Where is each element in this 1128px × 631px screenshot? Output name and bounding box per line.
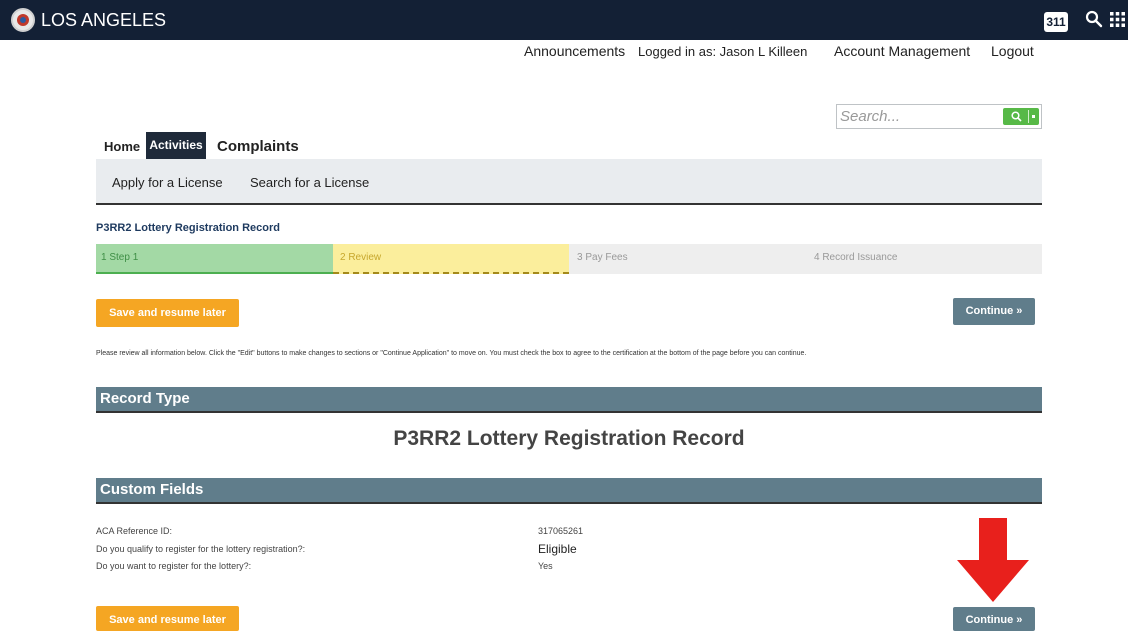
continue-button[interactable]: Continue » [953,298,1035,325]
search-input[interactable] [840,107,1000,126]
record-type-value: P3RR2 Lottery Registration Record [393,427,745,450]
search-button[interactable] [1003,108,1039,125]
step-4: 4 Record Issuance [806,244,1042,274]
311-button[interactable]: 311 [1044,12,1068,32]
magnifier-icon [1011,111,1022,122]
review-instructions: Please review all information below. Cli… [96,350,807,357]
logged-in-text: Logged in as: Jason L Killeen [638,44,808,59]
account-management-link[interactable]: Account Management [834,43,970,59]
city-name[interactable]: LOS ANGELES [41,10,166,31]
search-options-icon[interactable] [1032,115,1035,118]
custom-fields-header: Custom Fields [96,478,1042,504]
tab-activities[interactable]: Activities [146,132,206,165]
apply-license-link[interactable]: Apply for a License [112,175,223,190]
save-resume-button[interactable]: Save and resume later [96,299,239,327]
announcements-link[interactable]: Announcements [524,43,625,59]
field-label: Do you want to register for the lottery?… [96,561,252,571]
record-type-header: Record Type [96,387,1042,413]
continue-button-bottom[interactable]: Continue » [953,607,1035,631]
step-1: 1 Step 1 [96,244,333,274]
field-label: ACA Reference ID: [96,526,173,536]
logout-link[interactable]: Logout [991,43,1034,59]
search-box [836,104,1042,129]
record-title: P3RR2 Lottery Registration Record [96,222,280,234]
search-button-divider [1028,110,1029,123]
top-bar: LOS ANGELES 311 [0,0,1128,40]
field-value: Yes [538,561,553,571]
tab-home[interactable]: Home [104,139,140,154]
field-value: 317065261 [538,526,584,536]
seal-icon[interactable] [11,8,35,32]
step-2: 2 Review [333,244,569,274]
search-license-link[interactable]: Search for a License [250,175,369,190]
field-value: Eligible [538,542,577,556]
tab-complaints[interactable]: Complaints [217,138,299,155]
sub-navigation: Apply for a License Search for a License [96,159,1042,205]
save-resume-button-bottom[interactable]: Save and resume later [96,606,239,631]
red-arrow-icon [957,518,1029,602]
field-label: Do you qualify to register for the lotte… [96,544,306,554]
apps-grid-icon[interactable] [1110,12,1125,27]
search-icon[interactable] [1085,10,1103,28]
step-3: 3 Pay Fees [569,244,806,274]
